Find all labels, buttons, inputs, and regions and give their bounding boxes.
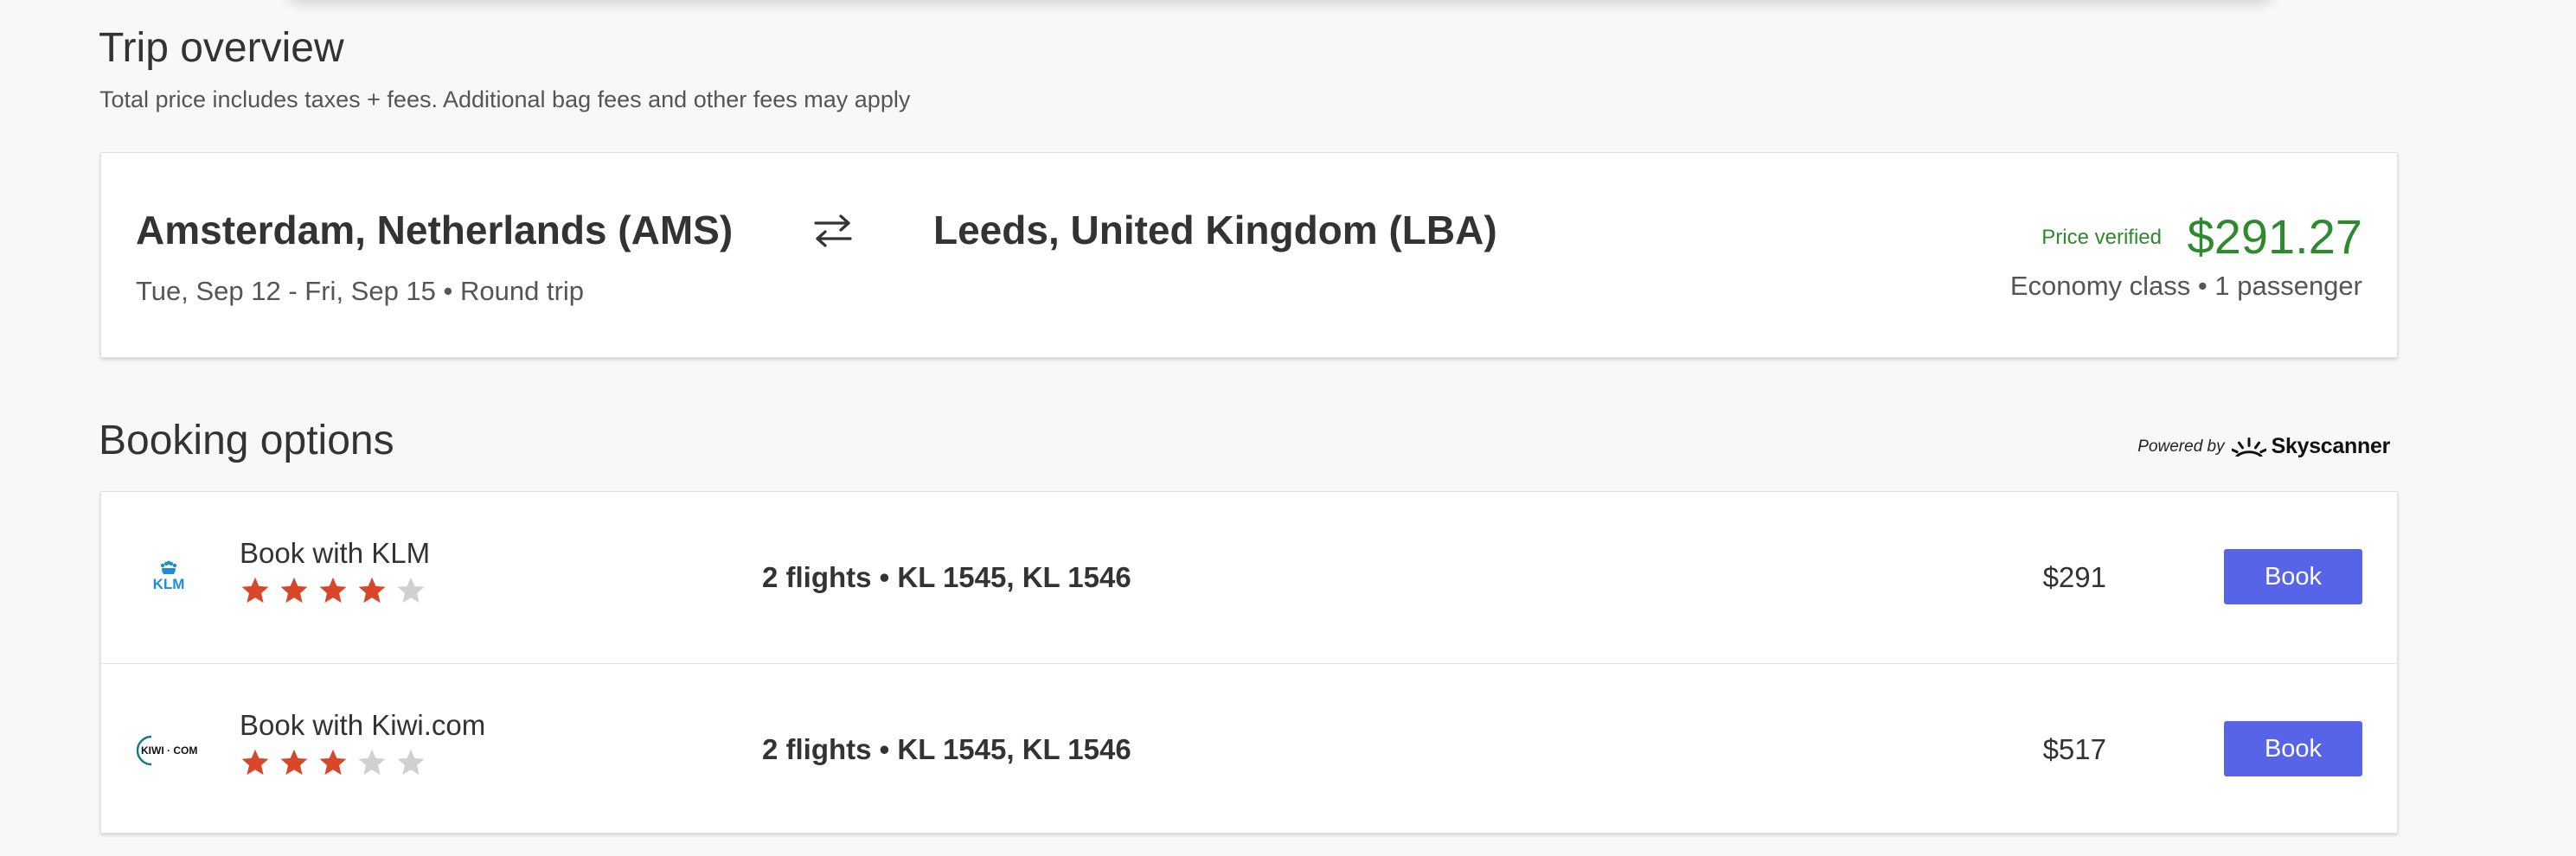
booking-option-kiwi: KIWI · COM Book with Kiwi.com 2 flights … [101, 663, 2397, 835]
star-empty-icon [397, 577, 425, 604]
powered-by-skyscanner: Powered by Skyscanner [2137, 434, 2390, 459]
provider-name: Book with Kiwi.com [240, 709, 486, 741]
klm-logo-text: KLM [153, 576, 185, 592]
provider-name: Book with KLM [240, 537, 431, 569]
book-button-kiwi[interactable]: Book [2224, 721, 2362, 776]
option-price: $517 [2042, 733, 2106, 765]
powered-by-label: Powered by [2137, 437, 2225, 456]
star-filled-icon [358, 577, 386, 604]
skyscanner-sunrise-icon [2231, 437, 2266, 457]
class-passenger-info: Economy class • 1 passenger [2009, 271, 2362, 301]
flight-numbers: 2 flights • KL 1545, KL 1546 [762, 733, 1131, 765]
trip-dates: Tue, Sep 12 - Fri, Sep 15 • Round trip [136, 276, 585, 306]
total-price: $291.27 [2187, 209, 2362, 264]
kiwi-logo-text: KIWI · COM [141, 744, 197, 757]
option-price: $291 [2042, 561, 2106, 593]
rating-stars [240, 747, 426, 778]
booking-options-heading: Booking options [99, 418, 394, 463]
swap-arrows-icon [814, 214, 852, 247]
skyscanner-logo: Skyscanner [2231, 434, 2391, 459]
star-filled-icon [280, 577, 308, 604]
flight-numbers: 2 flights • KL 1545, KL 1546 [762, 561, 1131, 593]
rating-stars [240, 575, 426, 606]
klm-logo: KLM [153, 560, 185, 592]
skyscanner-wordmark: Skyscanner [2271, 434, 2391, 458]
star-filled-icon [241, 749, 269, 776]
star-empty-icon [358, 749, 386, 776]
star-filled-icon [319, 577, 347, 604]
star-filled-icon [280, 749, 308, 776]
origin-city: Amsterdam, Netherlands (AMS) [136, 208, 734, 252]
star-filled-icon [319, 749, 347, 776]
star-empty-icon [397, 749, 425, 776]
trip-overview-subtitle: Total price includes taxes + fees. Addit… [99, 86, 911, 112]
trip-summary-card: Amsterdam, Netherlands (AMS) Leeds, Unit… [100, 152, 2398, 358]
price-verified-label: Price verified [2041, 226, 2162, 249]
star-filled-icon [241, 577, 269, 604]
booking-options-list: KLM Book with KLM 2 flights • KL 1545, K… [100, 491, 2398, 834]
book-button-klm[interactable]: Book [2224, 549, 2362, 604]
kiwi-logo: KIWI · COM [136, 735, 197, 766]
trip-overview-heading: Trip overview [99, 25, 344, 71]
booking-option-klm: KLM Book with KLM 2 flights • KL 1545, K… [101, 492, 2397, 663]
destination-city: Leeds, United Kingdom (LBA) [933, 208, 1497, 252]
